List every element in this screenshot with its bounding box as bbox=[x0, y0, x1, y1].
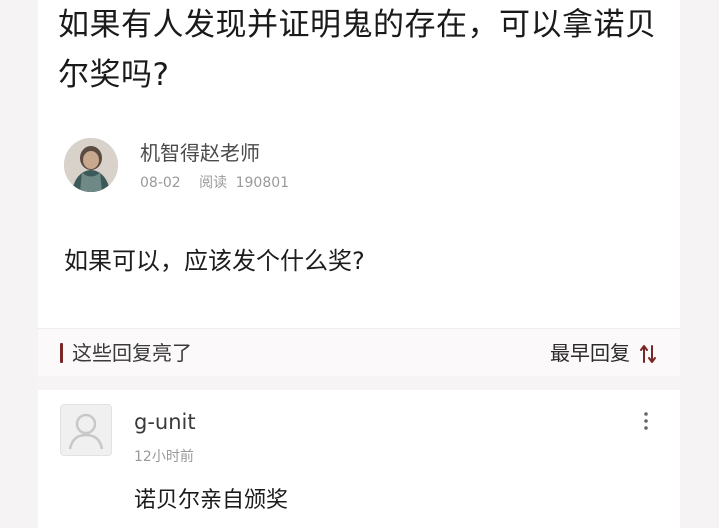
read-count: 190801 bbox=[235, 175, 290, 191]
reply-divider bbox=[38, 376, 680, 390]
reply-timestamp: 12小时前 bbox=[134, 449, 194, 465]
section-accent-bar bbox=[60, 343, 63, 363]
author-name[interactable]: 机智得赵老师 bbox=[140, 140, 260, 166]
more-vertical-icon[interactable] bbox=[640, 410, 652, 432]
replies-section-label: 这些回复亮了 bbox=[72, 341, 192, 365]
sort-label[interactable]: 最早回复 bbox=[550, 339, 630, 367]
question-title: 如果有人发现并证明鬼的存在，可以拿诺贝尔奖吗? bbox=[58, 7, 657, 93]
author-avatar-icon[interactable] bbox=[64, 138, 118, 192]
question-body: 如果可以，应该发个什么奖? bbox=[64, 247, 365, 275]
sort-arrows-icon[interactable] bbox=[640, 343, 656, 363]
read-label: 阅读 bbox=[199, 175, 228, 191]
replies-header: 这些回复亮了 最早回复 bbox=[38, 328, 680, 377]
author-row[interactable]: 机智得赵老师 08-02 阅读 190801 bbox=[64, 138, 464, 194]
reply-item: g-unit 12小时前 诺贝尔亲自颁奖 bbox=[38, 390, 680, 528]
reply-username[interactable]: g-unit bbox=[134, 408, 196, 436]
default-user-avatar-icon[interactable] bbox=[60, 404, 112, 456]
post-date: 08-02 bbox=[140, 175, 181, 191]
reply-text: 诺贝尔亲自颁奖 bbox=[134, 488, 289, 513]
author-meta: 08-02 阅读 190801 bbox=[140, 174, 289, 192]
sort-button[interactable]: 最早回复 bbox=[550, 339, 656, 367]
